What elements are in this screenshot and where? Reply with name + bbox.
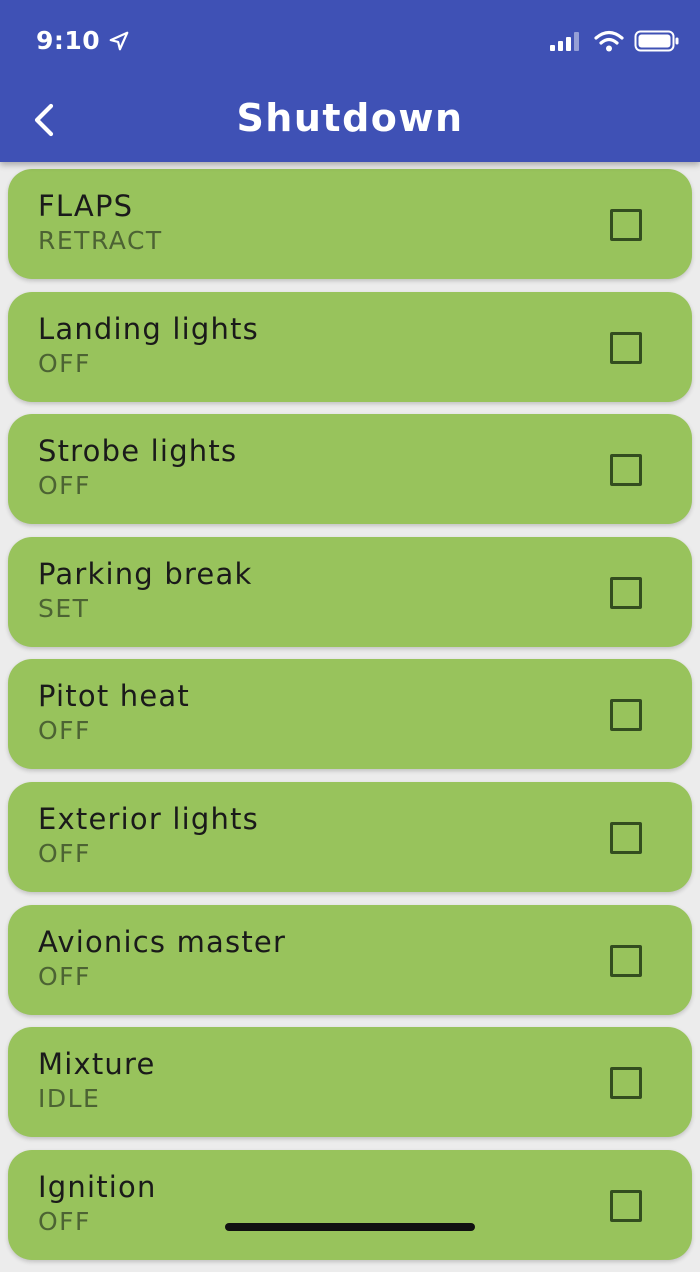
item-checkbox[interactable]	[610, 1189, 642, 1222]
item-checkbox[interactable]	[610, 821, 642, 854]
item-value: OFF	[38, 716, 91, 746]
item-value: OFF	[38, 471, 91, 501]
item-title: Mixture	[38, 1047, 156, 1082]
item-checkbox[interactable]	[610, 944, 642, 977]
item-value: OFF	[38, 1206, 91, 1236]
item-checkbox[interactable]	[610, 576, 642, 609]
location-arrow-icon	[109, 31, 129, 50]
item-title: Ignition	[38, 1169, 157, 1204]
checklist-item[interactable]: Parking break SET	[8, 536, 692, 647]
item-value: OFF	[38, 838, 91, 868]
checklist-item[interactable]: FLAPS RETRACT	[8, 169, 692, 279]
item-title: Strobe lights	[38, 434, 238, 469]
item-value: SET	[38, 593, 90, 623]
checklist-item[interactable]: Mixture IDLE	[8, 1027, 692, 1138]
item-title: Pitot heat	[38, 679, 190, 714]
checklist-item[interactable]: Strobe lights OFF	[8, 414, 692, 525]
checklist-item[interactable]: Exterior lights OFF	[8, 781, 692, 892]
item-title: Avionics master	[38, 924, 287, 959]
item-value: IDLE	[38, 1084, 101, 1114]
status-time-text: 9:10	[36, 26, 101, 55]
checklist-item[interactable]: Avionics master OFF	[8, 904, 692, 1015]
checklist-item[interactable]: Landing lights OFF	[8, 291, 692, 402]
item-value: OFF	[38, 961, 91, 991]
item-checkbox[interactable]	[610, 454, 642, 487]
item-checkbox[interactable]	[610, 1067, 642, 1100]
item-title: Parking break	[38, 556, 253, 591]
page-title: Shutdown	[236, 96, 464, 140]
battery-icon	[634, 30, 679, 52]
checklist-item[interactable]: Pitot heat OFF	[8, 659, 692, 770]
item-title: Landing lights	[38, 311, 259, 346]
item-checkbox[interactable]	[610, 699, 642, 732]
item-title: FLAPS	[38, 189, 134, 223]
app-bar: 9:10 Shutdown	[0, 0, 700, 162]
status-bar-time: 9:10	[36, 26, 130, 55]
item-checkbox[interactable]	[610, 331, 642, 364]
item-title: Exterior lights	[38, 801, 259, 836]
item-checkbox[interactable]	[610, 209, 642, 241]
wifi-icon	[594, 30, 624, 52]
checklist-item[interactable]: Ignition OFF	[8, 1149, 692, 1260]
home-indicator	[225, 1223, 475, 1231]
item-value: RETRACT	[38, 226, 163, 255]
checklist: FLAPS RETRACT Landing lights OFF Strobe …	[8, 169, 692, 1272]
item-value: OFF	[38, 348, 91, 378]
status-icons	[550, 30, 680, 52]
cellular-signal-icon	[550, 32, 579, 51]
